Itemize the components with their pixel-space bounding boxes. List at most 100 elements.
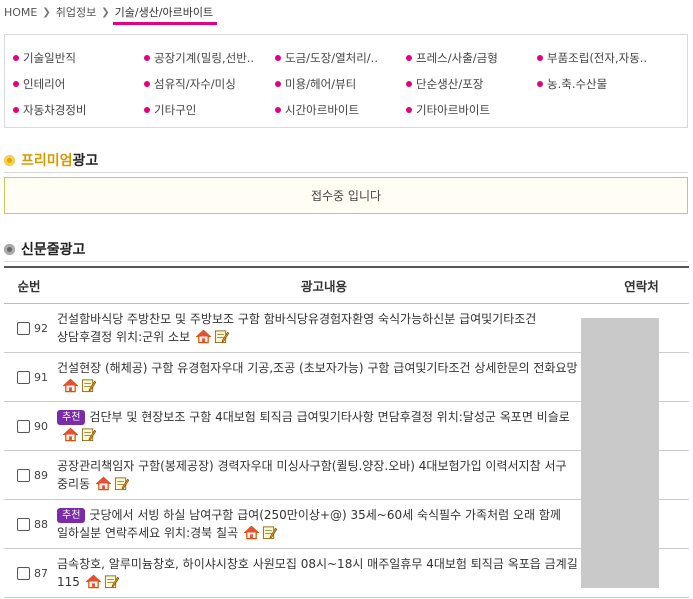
row-checkbox[interactable] (17, 370, 30, 384)
bullet-icon (4, 243, 15, 255)
row-text[interactable]: 검단부 및 현장보조 구함 4대보험 퇴직금 급여및기타사항 면담후결정 위치:… (89, 410, 569, 424)
row-checkbox[interactable] (17, 321, 30, 335)
row-text[interactable]: 건설함바식당 주방찬모 및 주방보조 구함 함바식당유경험자환영 숙식가능하신분… (57, 312, 536, 344)
row-content[interactable]: 추천 굿당에서 서빙 하실 남여구함 급여(250만이상+@) 35세~60세 숙… (54, 506, 579, 542)
category-item[interactable]: 자동차경정비 (13, 97, 144, 123)
row-content[interactable]: 금속창호, 알루미늄창호, 하이샤시창호 사원모집 08시~18시 매주일휴무 … (54, 555, 579, 591)
divider (4, 261, 688, 262)
bullet-icon (275, 107, 281, 113)
row-icons (85, 574, 120, 589)
chevron-right-icon: ❯ (42, 6, 51, 18)
category-item[interactable]: 부품조립(전자,자동.. (537, 45, 668, 71)
category-label: 인테리어 (23, 77, 66, 91)
row-icons (62, 427, 97, 442)
category-label: 기타구인 (154, 103, 197, 117)
category-item[interactable]: 기타아르바이트 (406, 97, 537, 123)
row-number-cell: 90 (4, 419, 54, 433)
newspaper-title: 신문줄광고 (21, 242, 86, 258)
home-icon[interactable] (62, 427, 79, 442)
premium-title-em: 프리미엄 (21, 153, 73, 169)
row-content[interactable]: 건설함바식당 주방찬모 및 주방보조 구함 함바식당유경험자환영 숙식가능하신분… (54, 310, 579, 346)
row-text[interactable]: 건설현장 (해체공) 구함 유경험자우대 기공,조공 (초보자가능) 구함 급여… (57, 361, 578, 375)
row-checkbox[interactable] (17, 566, 30, 580)
memo-icon[interactable] (104, 574, 120, 589)
category-label: 프레스/사출/금형 (416, 51, 498, 65)
home-icon[interactable] (95, 476, 112, 491)
row-number: 92 (34, 321, 48, 335)
header-content: 광고내용 (300, 279, 347, 294)
row-checkbox[interactable] (17, 517, 30, 531)
bullet-icon (275, 55, 281, 61)
home-icon[interactable] (195, 329, 212, 344)
category-label: 농.축.수산물 (547, 77, 608, 91)
row-number: 89 (34, 468, 48, 482)
bullet-icon (537, 55, 543, 61)
bullet-icon (144, 55, 150, 61)
row-content[interactable]: 공장관리책임자 구함(봉제공장) 경력자우대 미싱사구함(퀼팅.양장.오바) 4… (54, 457, 579, 493)
bullet-icon (13, 55, 19, 61)
memo-icon[interactable] (81, 427, 97, 442)
contact-redacted (581, 318, 659, 588)
recommend-badge: 추천 (57, 410, 86, 425)
row-icons (95, 476, 130, 491)
category-item[interactable]: 인테리어 (13, 71, 144, 97)
category-item[interactable]: 공장기계(밀링,선반.. (144, 45, 275, 71)
category-grid: 기술일반직 공장기계(밀링,선반.. 도금/도장/열처리/.. 프레스/사출/금형 부품… (13, 45, 668, 123)
row-number: 90 (34, 419, 48, 433)
bullet-icon (275, 81, 281, 87)
memo-icon[interactable] (214, 329, 230, 344)
row-content[interactable]: 건설현장 (해체공) 구함 유경험자우대 기공,조공 (초보자가능) 구함 급여… (54, 359, 579, 395)
memo-icon[interactable] (262, 525, 278, 540)
row-checkbox[interactable] (17, 468, 30, 482)
row-number: 88 (34, 517, 48, 531)
premium-section-title: 프리미엄 광고 (4, 150, 98, 170)
divider (4, 172, 688, 173)
home-icon[interactable] (85, 574, 102, 589)
breadcrumb-current[interactable]: 기술/생산/아르바이트 (115, 4, 214, 20)
category-label: 공장기계(밀링,선반.. (154, 51, 255, 65)
category-item[interactable]: 프레스/사출/금형 (406, 45, 537, 71)
premium-message: 접수중 입니다 (310, 189, 382, 203)
home-icon[interactable] (62, 378, 79, 393)
category-label: 도금/도장/열처리/.. (285, 51, 378, 65)
category-box: 기술일반직 공장기계(밀링,선반.. 도금/도장/열처리/.. 프레스/사출/금형 부품… (4, 34, 688, 128)
row-text[interactable]: 굿당에서 서빙 하실 남여구함 급여(250만이상+@) 35세~60세 숙식필… (57, 508, 561, 540)
category-label: 단순생산/포장 (416, 77, 484, 91)
header-contact: 연락처 (624, 279, 659, 294)
row-icons (195, 329, 230, 344)
category-label: 기술일반직 (23, 51, 76, 65)
row-text[interactable]: 금속창호, 알루미늄창호, 하이샤시창호 사원모집 08시~18시 매주일휴무 … (57, 557, 578, 589)
row-number-cell: 92 (4, 321, 54, 335)
home-icon[interactable] (243, 525, 260, 540)
category-item[interactable]: 시간아르바이트 (275, 97, 406, 123)
row-text[interactable]: 공장관리책임자 구함(봉제공장) 경력자우대 미싱사구함(퀼팅.양장.오바) 4… (57, 459, 567, 491)
bullet-icon (13, 107, 19, 113)
category-item[interactable]: 단순생산/포장 (406, 71, 537, 97)
recommend-badge: 추천 (57, 508, 86, 523)
category-item[interactable]: 미용/헤어/뷰티 (275, 71, 406, 97)
category-label: 부품조립(전자,자동.. (547, 51, 648, 65)
breadcrumb-home[interactable]: HOME (4, 6, 37, 19)
category-item[interactable]: 도금/도장/열처리/.. (275, 45, 406, 71)
row-number-cell: 88 (4, 517, 54, 531)
row-icons (62, 378, 97, 393)
chevron-right-icon: ❯ (101, 6, 110, 18)
breadcrumb-level1[interactable]: 취업정보 (56, 4, 96, 20)
row-number-cell: 89 (4, 468, 54, 482)
bullet-icon (4, 154, 15, 166)
row-icons (243, 525, 278, 540)
category-item[interactable]: 농.축.수산물 (537, 71, 668, 97)
row-number-cell: 91 (4, 370, 54, 384)
row-checkbox[interactable] (17, 419, 30, 433)
category-label: 섬유직/자수/미싱 (154, 77, 236, 91)
bullet-icon (13, 81, 19, 87)
memo-icon[interactable] (114, 476, 130, 491)
table-header: 순번 광고내용 연락처 (4, 268, 689, 304)
row-content[interactable]: 추천 검단부 및 현장보조 구함 4대보험 퇴직금 급여및기타사항 면담후결정 위… (54, 408, 579, 444)
memo-icon[interactable] (81, 378, 97, 393)
bullet-icon (406, 81, 412, 87)
category-item[interactable]: 기술일반직 (13, 45, 144, 71)
category-item[interactable]: 기타구인 (144, 97, 275, 123)
category-item[interactable]: 섬유직/자수/미싱 (144, 71, 275, 97)
breadcrumb-underline (113, 22, 217, 25)
